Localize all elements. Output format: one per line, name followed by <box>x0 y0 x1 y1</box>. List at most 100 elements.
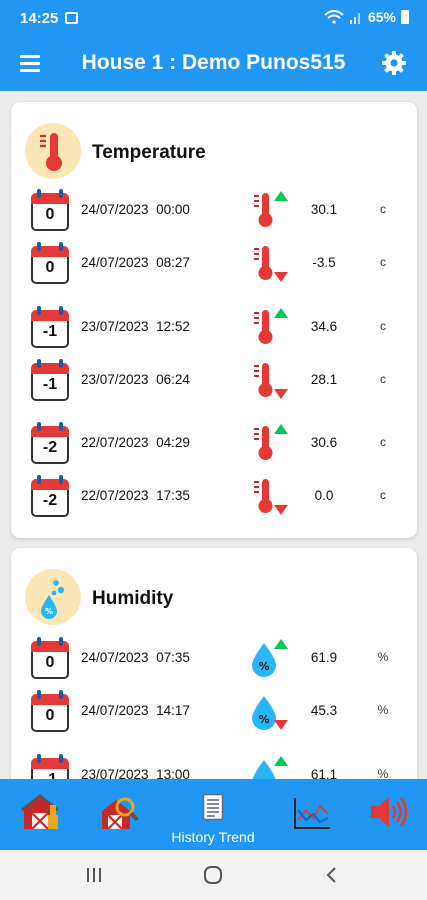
calendar-icon: 0 <box>31 189 69 231</box>
reading-time: 13:00 <box>156 767 190 779</box>
temperature-row[interactable]: -2 22/07/2023 17:35 0.0 c <box>11 475 417 519</box>
calendar-icon: -1 <box>31 306 69 348</box>
reading-value: 34.6 <box>310 319 338 334</box>
temperature-row[interactable]: -2 22/07/2023 04:29 30.6 c <box>11 422 417 466</box>
reading-value: 61.1 <box>310 767 338 779</box>
temperature-title: Temperature <box>92 142 206 163</box>
reading-time: 17:35 <box>156 488 190 503</box>
nav-line-chart[interactable] <box>282 779 342 850</box>
temperature-row[interactable]: -1 23/07/2023 06:24 28.1 c <box>11 359 417 403</box>
reading-time: 08:27 <box>156 255 190 270</box>
battery-icon <box>401 10 409 24</box>
thermometer-max-icon <box>254 308 288 344</box>
calendar-day-offset: -2 <box>42 492 58 509</box>
calendar-icon: -2 <box>31 475 69 517</box>
reading-datetime: 24/07/2023 08:27 <box>81 255 190 270</box>
thermometer-max-icon <box>254 191 288 227</box>
reading-date: 23/07/2023 <box>81 319 149 334</box>
reading-value: 28.1 <box>310 372 338 387</box>
nav-barn[interactable] <box>10 779 70 850</box>
humidity-card: % Humidity 0 24/07/2023 07:35% 61.9% 0 24/07… <box>11 548 417 779</box>
battery-percent: 65% <box>367 9 396 25</box>
reading-date: 24/07/2023 <box>81 650 149 665</box>
home-icon[interactable] <box>203 866 223 884</box>
svg-text:%: % <box>258 713 269 726</box>
humidity-row[interactable]: 0 24/07/2023 14:17% 45.3% <box>11 690 417 734</box>
wifi-icon <box>324 10 344 24</box>
reading-time: 14:17 <box>156 703 190 718</box>
reading-time: 12:52 <box>156 319 190 334</box>
thermometer-min-icon <box>254 479 288 515</box>
calendar-day-offset: -1 <box>42 323 58 340</box>
calendar-day-offset: -1 <box>31 771 69 779</box>
humidity-header-icon: % <box>25 569 81 625</box>
temperature-row[interactable]: 0 24/07/2023 08:27 -3.5 c <box>11 242 417 286</box>
temperature-row[interactable]: -1 23/07/2023 12:52 34.6 c <box>11 306 417 350</box>
content-scroll[interactable]: Temperature 0 24/07/2023 00:00 30.1 c 0 24/07… <box>0 91 427 779</box>
reading-unit: % <box>377 703 389 717</box>
reading-date: 23/07/2023 <box>81 767 149 779</box>
thermometer-max-icon <box>254 424 288 460</box>
reading-unit: c <box>380 202 386 216</box>
reading-datetime: 23/07/2023 06:24 <box>81 372 190 387</box>
nav-history-trend[interactable]: History Trend <box>163 779 263 850</box>
humidity-drop-max-icon: % <box>252 639 288 677</box>
thermometer-min-icon <box>254 246 288 282</box>
page-title: House 1 : Demo Punos515 <box>81 51 346 74</box>
humidity-title: Humidity <box>92 588 174 609</box>
reading-datetime: 23/07/2023 12:52 <box>81 319 190 334</box>
reading-datetime: 23/07/2023 13:00 <box>81 767 190 779</box>
calendar-icon: -1 <box>31 754 69 779</box>
barn-search-icon <box>102 797 139 830</box>
recent-apps-icon[interactable] <box>84 867 104 883</box>
calendar-icon: 0 <box>31 242 69 284</box>
status-time: 14:25 <box>20 10 59 27</box>
calendar-icon: 0 <box>31 637 69 679</box>
reading-value: 61.9 <box>310 650 338 665</box>
reading-time: 07:35 <box>156 650 190 665</box>
reading-unit: % <box>377 650 389 664</box>
calendar-day-offset: 0 <box>45 707 55 724</box>
calendar-icon: 0 <box>31 690 69 732</box>
reading-unit: c <box>380 372 386 386</box>
reading-unit: c <box>380 488 386 502</box>
gear-icon[interactable] <box>381 50 407 76</box>
calendar-day-offset: -1 <box>42 376 58 393</box>
bottom-nav: History Trend <box>0 779 427 850</box>
nav-history-trend-label: History Trend <box>171 829 255 845</box>
reading-date: 24/07/2023 <box>81 255 149 270</box>
status-bar: 14:25 65% <box>0 0 427 36</box>
calendar-day-offset: 0 <box>45 654 55 671</box>
reading-unit: c <box>380 255 386 269</box>
humidity-row[interactable]: 0 24/07/2023 07:35% 61.9% <box>11 637 417 681</box>
back-icon[interactable] <box>324 866 338 884</box>
reading-datetime: 24/07/2023 00:00 <box>81 202 190 217</box>
reading-date: 24/07/2023 <box>81 202 149 217</box>
calendar-icon: -2 <box>31 422 69 464</box>
reading-value: -3.5 <box>312 255 336 270</box>
document-icon <box>202 793 224 821</box>
reading-unit: c <box>380 435 386 449</box>
thermometer-header-icon <box>25 123 81 179</box>
barn-icon <box>21 794 59 830</box>
calendar-day-offset: 0 <box>45 206 55 223</box>
nav-speaker[interactable] <box>357 779 417 850</box>
nav-barn-search[interactable] <box>88 779 148 850</box>
calendar-day-offset: -2 <box>42 439 58 456</box>
reading-unit: % <box>377 767 389 779</box>
system-nav-bar <box>0 850 427 900</box>
svg-text:%: % <box>258 660 269 673</box>
speaker-icon <box>371 797 408 827</box>
reading-datetime: 24/07/2023 07:35 <box>81 650 190 665</box>
reading-value: 0.0 <box>314 488 334 503</box>
temperature-card: Temperature 0 24/07/2023 00:00 30.1 c 0 24/07… <box>11 102 417 538</box>
temperature-row[interactable]: 0 24/07/2023 00:00 30.1 c <box>11 189 417 233</box>
signal-icon <box>349 13 360 24</box>
reading-time: 04:29 <box>156 435 190 450</box>
reading-date: 22/07/2023 <box>81 435 149 450</box>
svg-text:%: % <box>45 607 53 616</box>
reading-value: 30.6 <box>310 435 338 450</box>
reading-date: 23/07/2023 <box>81 372 149 387</box>
humidity-row[interactable]: -1 23/07/2023 13:00% 61.1% <box>11 754 417 779</box>
calendar-day-offset: 0 <box>45 259 55 276</box>
